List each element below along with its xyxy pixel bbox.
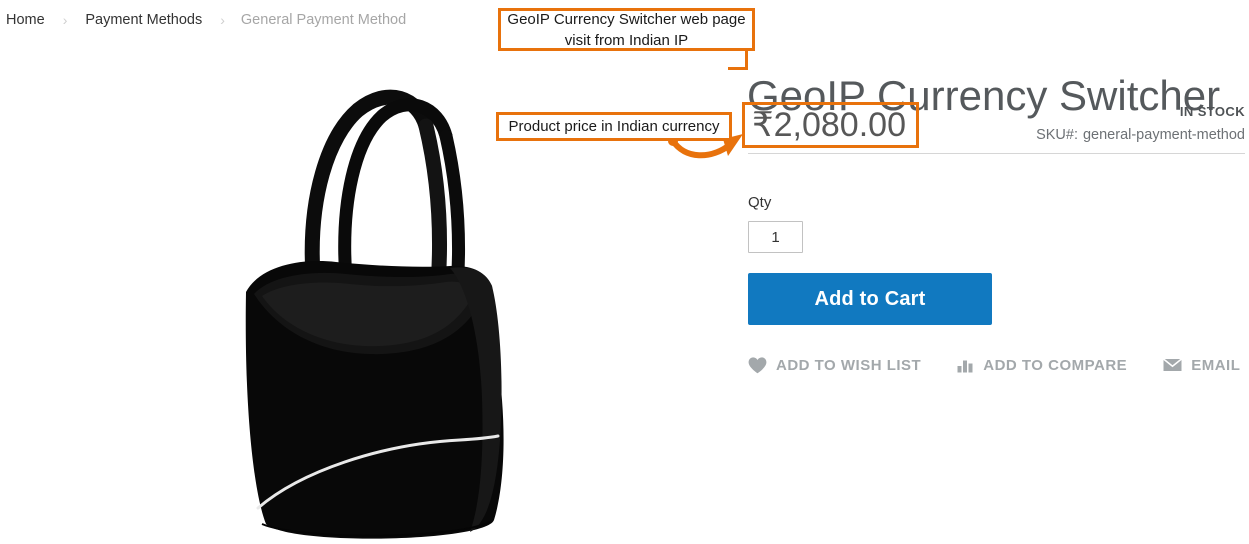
annotation-page-visit-line2: visit from Indian IP: [564, 31, 689, 49]
add-to-compare-link[interactable]: ADD TO COMPARE: [957, 357, 1127, 374]
annotation-price-currency: Product price in Indian currency: [496, 112, 732, 141]
sku-value: general-payment-method: [1082, 127, 1245, 143]
breadcrumb-separator-icon: ›: [62, 12, 68, 28]
heart-icon: [748, 356, 767, 374]
qty-label: Qty: [748, 194, 772, 211]
breadcrumb: Home › Payment Methods › General Payment…: [4, 10, 406, 30]
sku: SKU#: general-payment-method: [1036, 127, 1245, 143]
email-label: EMAIL: [1191, 356, 1241, 374]
annotation-leader-line-horizontal: [728, 67, 748, 70]
annotation-price-currency-text: Product price in Indian currency: [508, 118, 720, 135]
add-to-wish-list-label: ADD TO WISH LIST: [776, 356, 922, 374]
product-image[interactable]: [150, 80, 550, 540]
sku-label: SKU#:: [1036, 127, 1078, 143]
add-to-cart-button[interactable]: Add to Cart: [748, 273, 992, 325]
add-to-wish-list-link[interactable]: ADD TO WISH LIST: [748, 357, 921, 374]
quantity-input[interactable]: [748, 221, 803, 253]
divider: [748, 153, 1245, 154]
annotation-page-visit: GeoIP Currency Switcher web page visit f…: [498, 8, 755, 51]
product-action-links: ADD TO WISH LIST ADD TO COMPARE EMAIL: [748, 354, 1240, 376]
annotation-price-highlight: [742, 102, 919, 148]
add-to-compare-label: ADD TO COMPARE: [983, 356, 1128, 374]
breadcrumb-item-payment-methods[interactable]: Payment Methods: [83, 10, 204, 30]
breadcrumb-item-home[interactable]: Home: [4, 10, 47, 30]
email-link[interactable]: EMAIL: [1163, 357, 1240, 374]
breadcrumb-item-current: General Payment Method: [240, 12, 407, 28]
envelope-icon: [1163, 358, 1183, 372]
annotation-page-visit-line1: GeoIP Currency Switcher web page: [507, 10, 746, 28]
compare-bars-icon: [957, 358, 974, 373]
breadcrumb-separator-icon: ›: [220, 12, 225, 28]
status-badge: IN STOCK: [1179, 104, 1245, 119]
